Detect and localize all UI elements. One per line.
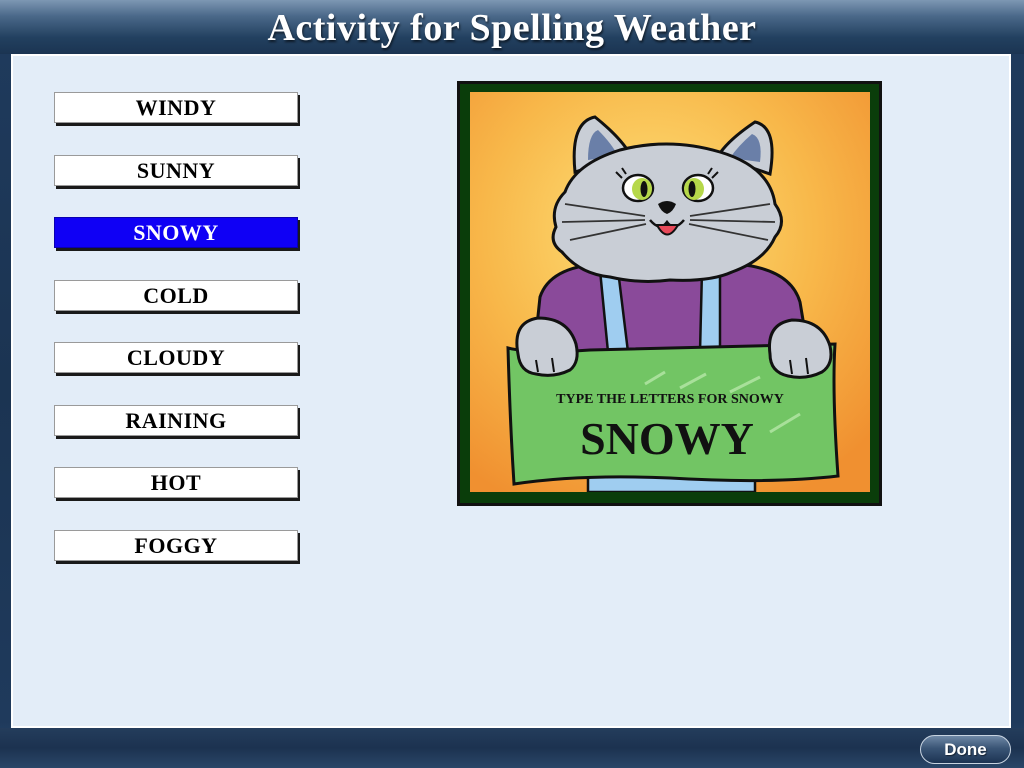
activity-panel: WINDY SUNNY SNOWY COLD CLOUDY RAINING HO… bbox=[11, 54, 1011, 728]
word-button-windy[interactable]: WINDY bbox=[54, 92, 298, 123]
word-button-raining[interactable]: RAINING bbox=[54, 405, 298, 436]
word-button-cold[interactable]: COLD bbox=[54, 280, 298, 311]
page-title: Activity for Spelling Weather bbox=[267, 7, 757, 49]
picture-frame: TYPE THE LETTERS FOR SNOWY SNOWY bbox=[457, 81, 882, 506]
word-button-sunny[interactable]: SUNNY bbox=[54, 155, 298, 186]
word-button-hot[interactable]: HOT bbox=[54, 467, 298, 498]
cat-illustration: TYPE THE LETTERS FOR SNOWY SNOWY bbox=[470, 92, 870, 492]
done-button[interactable]: Done bbox=[920, 735, 1011, 764]
word-button-foggy[interactable]: FOGGY bbox=[54, 530, 298, 561]
word-button-snowy[interactable]: SNOWY bbox=[54, 217, 298, 248]
bottom-bar bbox=[0, 728, 1024, 768]
sign-word-text: SNOWY bbox=[580, 413, 754, 464]
title-bar: Activity for Spelling Weather bbox=[0, 0, 1024, 54]
word-button-cloudy[interactable]: CLOUDY bbox=[54, 342, 298, 373]
sign-instruction-text: TYPE THE LETTERS FOR SNOWY bbox=[556, 392, 784, 407]
app-window: Activity for Spelling Weather WINDY SUNN… bbox=[0, 0, 1024, 768]
